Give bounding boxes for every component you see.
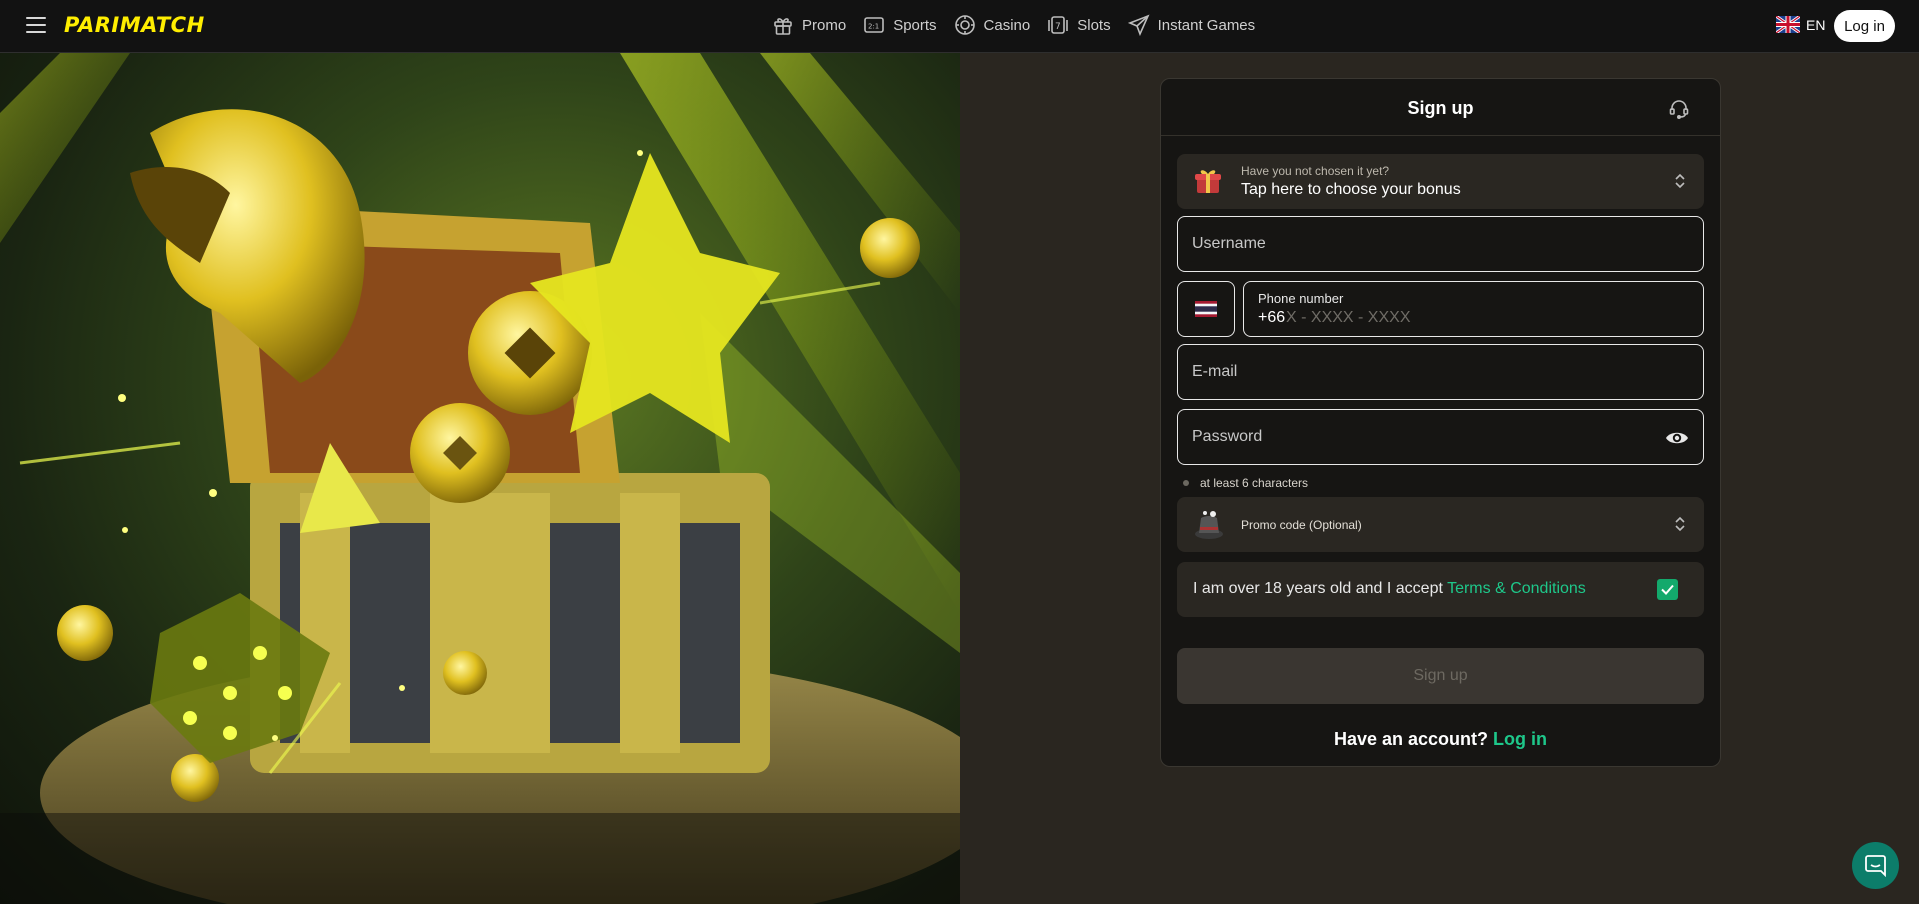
bonus-hint: Have you not chosen it yet?	[1241, 164, 1390, 178]
signup-card: Sign up Have you not chosen it yet? Tap …	[1160, 78, 1721, 767]
thailand-flag-icon	[1195, 301, 1217, 317]
header-login-button[interactable]: Log in	[1834, 10, 1895, 42]
terms-link[interactable]: Terms & Conditions	[1447, 580, 1586, 597]
username-input[interactable]	[1192, 217, 1672, 271]
nav-instant-games-label: Instant Games	[1157, 16, 1256, 34]
bonus-prompt: Tap here to choose your bonus	[1241, 181, 1461, 198]
nav-casino-label: Casino	[983, 16, 1031, 34]
support-headset-icon[interactable]	[1668, 98, 1690, 120]
phone-field[interactable]: Phone number +66 X - XXXX - XXXX	[1243, 281, 1704, 337]
terms-text: I am over 18 years old and I accept Term…	[1193, 580, 1586, 598]
login-link[interactable]: Log in	[1493, 729, 1547, 749]
hamburger-menu-icon[interactable]	[26, 17, 46, 33]
nav-casino[interactable]: Casino	[954, 14, 1031, 36]
phone-mask-placeholder[interactable]: X - XXXX - XXXX	[1286, 309, 1410, 327]
have-account-text: Have an account?	[1333, 729, 1489, 749]
parimatch-logo[interactable]: PARIMATCH	[64, 13, 205, 37]
rule-status-dot	[1183, 480, 1189, 486]
language-code: EN	[1806, 16, 1826, 33]
uk-flag-icon	[1776, 16, 1800, 33]
scoreboard-icon: 2:1	[864, 17, 884, 33]
plane-icon	[1127, 14, 1150, 36]
live-chat-button[interactable]	[1852, 842, 1899, 889]
nav-instant-games[interactable]: Instant Games	[1127, 14, 1256, 36]
main-nav: Promo 2:1 Sports Casino 7 Slots Instant …	[772, 14, 1272, 36]
slot-7-icon: 7	[1048, 16, 1069, 34]
chip-icon	[954, 15, 975, 35]
top-header: PARIMATCH Promo 2:1 Sports Casino 7 Slot…	[0, 0, 1919, 53]
email-input[interactable]	[1192, 345, 1672, 399]
terms-checkbox[interactable]	[1657, 579, 1678, 600]
signup-card-header: Sign up	[1161, 79, 1720, 136]
svg-text:7: 7	[1055, 22, 1061, 32]
phone-label: Phone number	[1258, 291, 1344, 306]
up-down-chevron-icon	[1675, 173, 1685, 189]
treasure-chest-artwork	[0, 53, 960, 904]
gift-box-icon	[1195, 170, 1221, 193]
password-rule-text: at least 6 characters	[1200, 476, 1309, 490]
password-field[interactable]	[1177, 409, 1704, 465]
svg-text:2:1: 2:1	[868, 23, 879, 31]
nav-sports[interactable]: 2:1 Sports	[863, 14, 937, 36]
promo-hero-image	[0, 53, 960, 904]
up-down-chevron-icon	[1675, 516, 1685, 532]
language-selector[interactable]: EN	[1776, 16, 1825, 33]
magic-hat-icon	[1195, 511, 1223, 539]
country-code-selector[interactable]	[1177, 281, 1235, 337]
promo-code-selector[interactable]: Promo code (Optional)	[1177, 497, 1704, 552]
password-input[interactable]	[1192, 410, 1672, 464]
have-account-prompt: Have an account? Log in	[1161, 729, 1720, 750]
email-field[interactable]	[1177, 344, 1704, 400]
checkmark-icon	[1661, 584, 1674, 595]
gift-icon	[774, 18, 792, 35]
nav-slots-label: Slots	[1077, 16, 1111, 34]
signup-title: Sign up	[1407, 98, 1474, 118]
nav-promo[interactable]: Promo	[772, 14, 846, 36]
terms-agreement: I am over 18 years old and I accept Term…	[1177, 562, 1704, 617]
phone-country-code: +66	[1258, 309, 1286, 326]
promo-code-label: Promo code (Optional)	[1241, 518, 1362, 532]
nav-sports-label: Sports	[893, 16, 937, 34]
password-rule: at least 6 characters	[1183, 476, 1308, 490]
nav-slots[interactable]: 7 Slots	[1047, 14, 1111, 36]
bonus-selector[interactable]: Have you not chosen it yet? Tap here to …	[1177, 154, 1704, 209]
chat-bubble-icon	[1865, 855, 1886, 877]
nav-promo-label: Promo	[802, 16, 847, 34]
terms-statement: I am over 18 years old and I accept	[1193, 580, 1448, 597]
eye-icon[interactable]	[1665, 428, 1689, 448]
username-field[interactable]	[1177, 216, 1704, 272]
signup-submit-button[interactable]: Sign up	[1177, 648, 1704, 704]
